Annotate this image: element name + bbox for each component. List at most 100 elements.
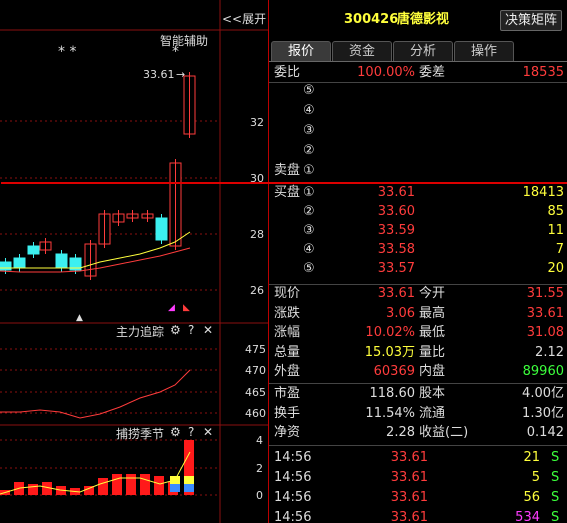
buy-level-price: 33.61 bbox=[377, 185, 415, 200]
price-tick-32: 32 bbox=[250, 116, 264, 129]
stat-value: 31.08 bbox=[526, 325, 564, 340]
tab-analysis[interactable]: 分析 bbox=[393, 41, 453, 61]
stat-label: 总量 bbox=[274, 344, 301, 360]
sell-level-5: ⑤ bbox=[303, 83, 315, 98]
stat-label: 量比 bbox=[419, 344, 446, 360]
stat-value: 33.61 bbox=[377, 286, 415, 301]
expand-button[interactable]: <<展开 bbox=[222, 10, 266, 27]
divider bbox=[269, 284, 567, 285]
stat-value: 89960 bbox=[522, 364, 564, 379]
price-tick-26: 26 bbox=[250, 284, 264, 297]
season-bar bbox=[98, 478, 108, 495]
season-bar bbox=[28, 484, 38, 495]
season-bar bbox=[126, 474, 136, 495]
sell-level-2: ② bbox=[303, 143, 315, 158]
buy-label: 买盘 bbox=[274, 185, 301, 200]
sub1-tick-475: 475 bbox=[245, 343, 266, 356]
stat-value: 31.55 bbox=[526, 286, 564, 301]
tab-quote[interactable]: 报价 bbox=[271, 41, 331, 61]
buy-level-volume: 7 bbox=[555, 242, 564, 257]
sub2-tick-2: 2 bbox=[256, 462, 263, 475]
main-force-line bbox=[0, 369, 191, 419]
fundamental-value: 118.60 bbox=[369, 386, 416, 401]
decision-matrix-button[interactable]: 决策矩阵 bbox=[500, 10, 562, 31]
fundamental-value: 1.30亿 bbox=[522, 405, 564, 421]
stock-name: 唐德影视 bbox=[397, 12, 450, 27]
buy-level-volume: 85 bbox=[547, 204, 564, 219]
commission-diff-value: 18535 bbox=[522, 65, 564, 80]
sub1-tick-465: 465 bbox=[245, 386, 266, 399]
stock-code: 300426 bbox=[344, 12, 399, 27]
close-icon[interactable]: ✕ bbox=[203, 425, 213, 439]
sell-label: 卖盘 bbox=[274, 163, 301, 178]
buy-level-index: ⑤ bbox=[303, 261, 315, 276]
tick-price: 33.61 bbox=[390, 490, 428, 505]
tick-time: 14:56 bbox=[274, 470, 312, 485]
tick-volume: 56 bbox=[523, 490, 540, 505]
tick-side: S bbox=[551, 510, 560, 523]
tick-side: S bbox=[551, 450, 560, 465]
help-icon[interactable]: ? bbox=[188, 425, 194, 439]
buy-level-price: 33.59 bbox=[377, 223, 415, 238]
kline-chart-area: ▲ ◢ ◣ <<展开 智能辅助 * * * 33.61 → 32 30 28 2… bbox=[0, 0, 268, 523]
stat-value: 2.12 bbox=[535, 344, 564, 360]
season-bar bbox=[154, 476, 164, 495]
fundamental-label: 收益(二) bbox=[419, 425, 469, 440]
stat-value: 33.61 bbox=[526, 305, 564, 321]
fundamental-label: 股本 bbox=[419, 386, 446, 401]
stat-label: 现价 bbox=[274, 286, 301, 301]
tick-price: 33.61 bbox=[390, 470, 428, 485]
tick-side: S bbox=[551, 470, 560, 485]
fundamental-value: 4.00亿 bbox=[522, 386, 564, 401]
fundamental-label: 净资 bbox=[274, 425, 301, 440]
stat-label: 最低 bbox=[419, 325, 446, 340]
stat-label: 涨幅 bbox=[274, 325, 301, 340]
stat-label: 涨跌 bbox=[274, 305, 301, 321]
smart-assist-label[interactable]: 智能辅助 bbox=[160, 32, 208, 49]
buy-level-index: ③ bbox=[303, 223, 315, 238]
sub2-title: 捕捞季节 bbox=[116, 427, 165, 441]
star-mark-2: * bbox=[172, 44, 179, 60]
season-bar bbox=[140, 474, 150, 495]
close-icon[interactable]: ✕ bbox=[203, 323, 213, 337]
buy-level-index: ④ bbox=[303, 242, 315, 257]
gear-icon[interactable]: ⚙ bbox=[170, 323, 181, 337]
buy-level-index: ② bbox=[303, 204, 315, 219]
quote-panel: 300426 唐德影视 决策矩阵 报价 资金 分析 操作 委比 100.00% … bbox=[1, 0, 567, 523]
season-bar-signal bbox=[184, 476, 194, 484]
stat-value: 3.06 bbox=[386, 305, 415, 321]
stat-label: 最高 bbox=[419, 305, 446, 321]
stat-label: 今开 bbox=[419, 286, 446, 301]
season-bar bbox=[112, 474, 122, 495]
season-bar-signal bbox=[184, 484, 194, 492]
sub1-tick-460: 460 bbox=[245, 407, 266, 420]
tab-funds[interactable]: 资金 bbox=[332, 41, 392, 61]
high-arrow: → bbox=[176, 68, 186, 81]
commission-ratio-label: 委比 bbox=[274, 65, 301, 80]
sub1-tick-470: 470 bbox=[245, 364, 266, 377]
stat-value: 60369 bbox=[373, 364, 415, 379]
sell-level-4: ④ bbox=[303, 103, 315, 118]
buy-level-volume: 20 bbox=[547, 261, 564, 276]
sub2-tick-4: 4 bbox=[256, 434, 263, 447]
gear-icon[interactable]: ⚙ bbox=[170, 425, 181, 439]
help-icon[interactable]: ? bbox=[188, 323, 194, 337]
kline-chart-svg: ▲ ◢ ◣ bbox=[0, 0, 268, 523]
buy-level-index: ① bbox=[303, 185, 315, 200]
commission-diff-label: 委差 bbox=[419, 65, 446, 80]
tick-price: 33.61 bbox=[390, 450, 428, 465]
quote-tabs: 报价 资金 分析 操作 bbox=[271, 41, 567, 61]
tick-side: S bbox=[551, 490, 560, 505]
tab-divider bbox=[269, 61, 567, 62]
buy-level-volume: 11 bbox=[547, 223, 564, 238]
tick-volume: 534 bbox=[515, 510, 540, 523]
sell-level-1: ① bbox=[303, 163, 315, 178]
marker-flag-2: ◣ bbox=[183, 303, 190, 313]
candlestick-group bbox=[0, 72, 196, 280]
buy-level-volume: 18413 bbox=[522, 185, 564, 200]
buy-level-price: 33.58 bbox=[377, 242, 415, 257]
stat-value: 10.02% bbox=[365, 325, 415, 340]
tick-volume: 21 bbox=[523, 450, 540, 465]
tab-operation[interactable]: 操作 bbox=[454, 41, 514, 61]
tick-price: 33.61 bbox=[390, 510, 428, 523]
